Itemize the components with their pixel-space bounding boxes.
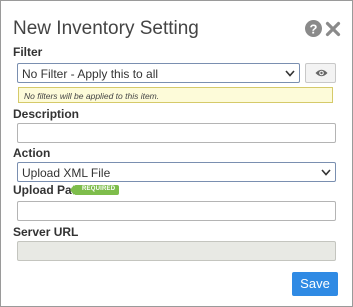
chevron-down-icon	[321, 169, 331, 176]
filter-label: Filter	[13, 45, 43, 59]
upload-path-input[interactable]	[17, 201, 336, 221]
question-icon: ?	[310, 22, 318, 37]
eye-icon	[315, 69, 328, 77]
required-badge: REQUIRED	[69, 185, 120, 195]
filter-select[interactable]: No Filter - Apply this to all	[17, 63, 300, 83]
action-selected-value: Upload XML File	[22, 166, 111, 180]
chevron-down-icon	[285, 70, 295, 77]
description-label: Description	[13, 107, 80, 121]
filter-note: No filters will be applied to this item.	[18, 87, 333, 103]
close-icon	[325, 21, 341, 37]
inventory-setting-dialog: New Inventory Setting ? Filter No Filter…	[0, 0, 353, 307]
description-input[interactable]	[17, 123, 336, 143]
server-url-label: Server URL	[13, 225, 79, 239]
save-button[interactable]: Save	[292, 272, 338, 296]
server-url-input	[17, 241, 336, 261]
svg-text:?: ?	[310, 22, 318, 37]
action-select[interactable]: Upload XML File	[17, 162, 336, 182]
close-button[interactable]	[325, 21, 341, 37]
filter-selected-value: No Filter - Apply this to all	[22, 67, 159, 81]
action-label: Action	[13, 146, 51, 160]
help-button[interactable]: ?	[305, 20, 322, 37]
dialog-title: New Inventory Setting	[13, 18, 199, 39]
view-filter-button[interactable]	[305, 63, 336, 83]
